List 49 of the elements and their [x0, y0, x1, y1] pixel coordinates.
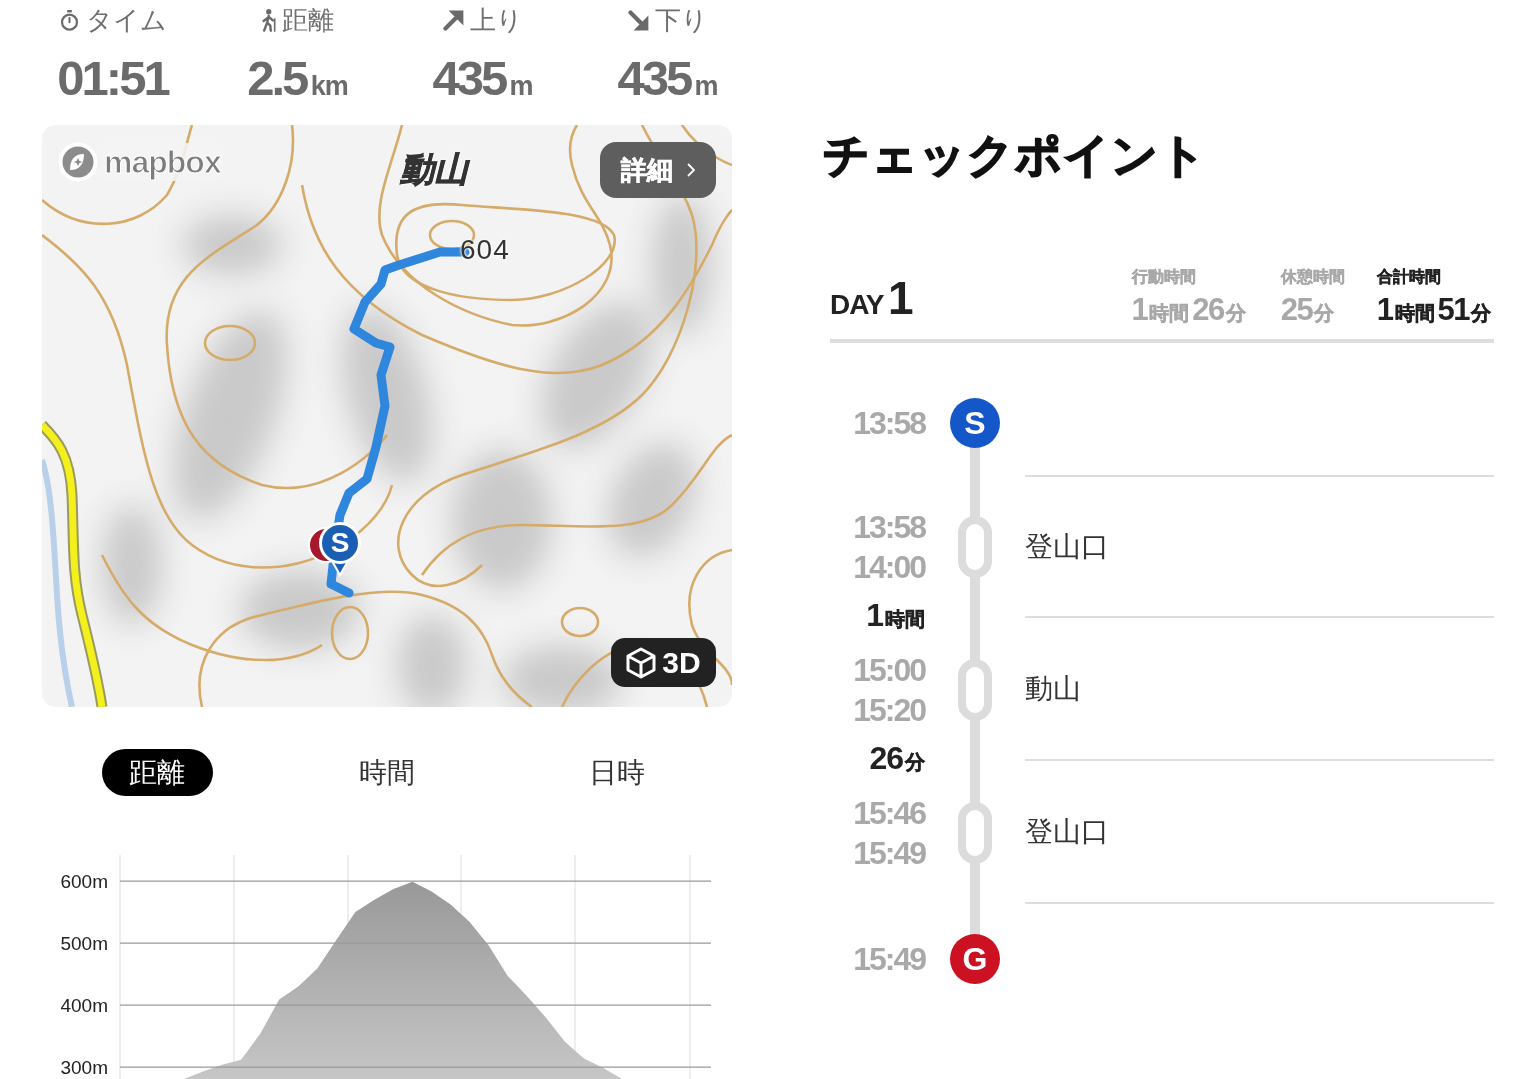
goal-marker: G	[950, 934, 1000, 984]
duration-text: 26分	[869, 739, 925, 778]
start-marker: S	[950, 398, 1000, 448]
checkpoint-name: 登山口	[1025, 814, 1109, 849]
summary-value: 25分	[1280, 292, 1336, 329]
map-attribution: mapbox	[102, 143, 223, 181]
summary-value: 1時間 26分	[1131, 292, 1247, 329]
arrival-time: 15:00	[853, 650, 925, 690]
stat-value: 01:51	[57, 50, 168, 106]
details-button[interactable]: 詳細	[600, 142, 716, 198]
arrow-down-right-icon	[627, 9, 649, 31]
hiker-icon	[261, 8, 276, 32]
checkpoint-name: 動山	[1025, 671, 1081, 706]
stopwatch-icon	[58, 9, 80, 31]
view-3d-button[interactable]: 3D	[611, 638, 716, 687]
stat-label: 上り	[469, 4, 523, 36]
stat-label: 距離	[281, 4, 334, 36]
axis-label: 500m	[60, 933, 108, 955]
arrival-time: 15:46	[853, 793, 925, 833]
checkpoint-name: 登山口	[1025, 529, 1109, 564]
day-label: DAY 1	[830, 276, 914, 326]
axis-label: 300m	[60, 1057, 108, 1079]
departure-time: 15:49	[853, 833, 925, 873]
section-title: チェックポイント	[823, 128, 1208, 183]
map-label: 動山	[400, 149, 468, 189]
chart-tab[interactable]: 日時	[561, 749, 673, 796]
stat-value: 435m	[617, 50, 718, 106]
axis-label: 600m	[60, 871, 108, 893]
start-time: 13:58	[853, 404, 925, 443]
goal-time: 15:49	[853, 940, 925, 979]
chart-tab[interactable]: 時間	[331, 749, 443, 796]
cube-icon	[626, 646, 657, 679]
arrival-time: 13:58	[853, 507, 925, 547]
summary-label: 行動時間	[1131, 267, 1196, 287]
departure-time: 14:00	[853, 547, 925, 587]
summary-value: 1時間51分	[1376, 292, 1492, 329]
stat-label: タイム	[85, 4, 167, 36]
duration-text: 1時間	[866, 596, 925, 635]
summary-label: 休憩時間	[1280, 267, 1345, 287]
arrow-up-right-icon	[442, 9, 464, 31]
departure-time: 15:20	[853, 690, 925, 730]
summary-label: 合計時間	[1376, 267, 1441, 287]
stat-value: 435m	[432, 50, 533, 106]
stat-label: 下り	[654, 4, 708, 36]
chart-tab[interactable]: 距離	[101, 749, 213, 796]
axis-label: 400m	[60, 995, 108, 1017]
chevron-right-icon	[687, 163, 695, 177]
map-label: 604	[460, 234, 510, 266]
stat-value: 2.5km	[247, 50, 348, 106]
